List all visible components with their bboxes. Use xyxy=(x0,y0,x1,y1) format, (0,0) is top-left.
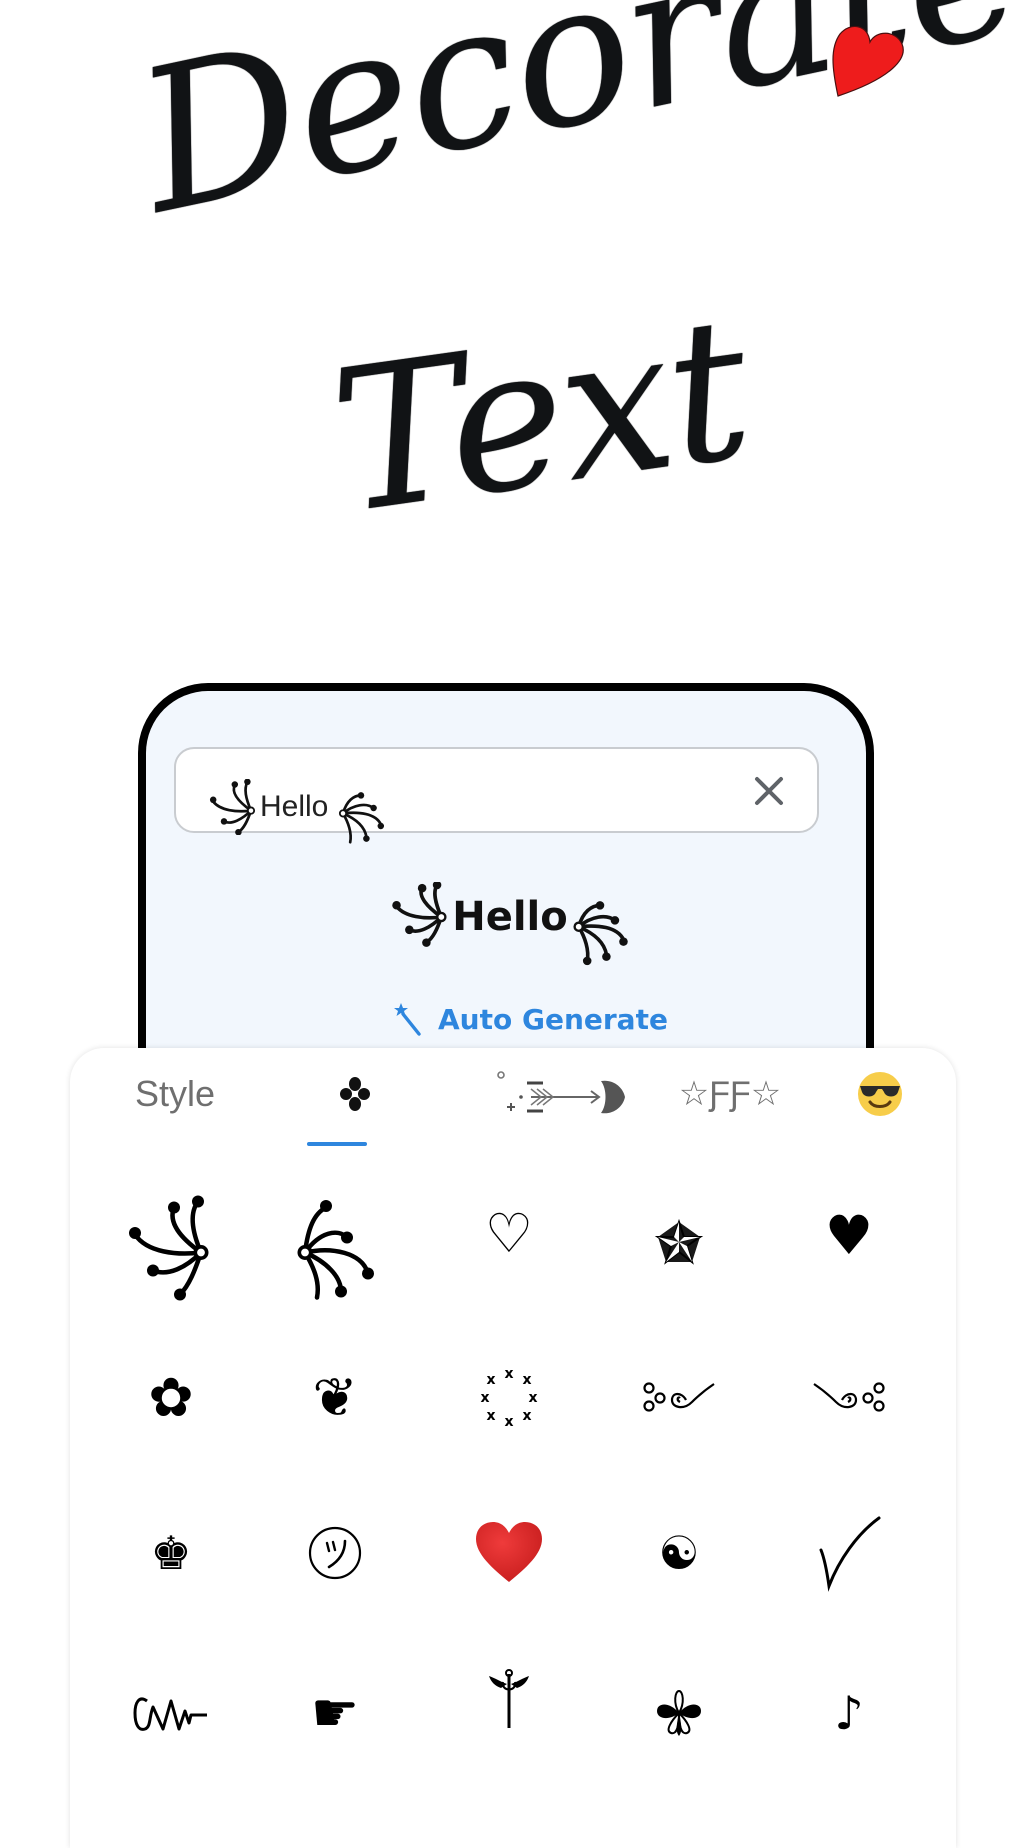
right-swirl-ornament-icon xyxy=(297,1200,374,1300)
chess-king-icon: ♚ xyxy=(150,1526,192,1580)
symbol-yin-yang[interactable]: ☯ xyxy=(604,1483,754,1623)
input-text: Hello xyxy=(260,790,329,823)
symbol-black-heart-suit[interactable]: ♥ xyxy=(774,1166,924,1306)
symbol-four-petal-flower[interactable] xyxy=(604,1643,754,1783)
svg-text:x: x xyxy=(480,1390,489,1406)
svg-text:x: x xyxy=(486,1372,495,1388)
symbol-squiggle-zigzag[interactable] xyxy=(96,1643,246,1783)
right-swirl-ornament-icon xyxy=(573,901,628,966)
smiley-face-icon xyxy=(308,1526,362,1580)
symbol-left-swirl-ornament[interactable] xyxy=(96,1178,246,1318)
squiggle-zigzag-icon xyxy=(133,1697,207,1731)
svg-text:x: x xyxy=(504,1414,513,1430)
four-petal-flower-icon xyxy=(657,1689,701,1736)
sunglasses-emoji-icon xyxy=(858,1072,902,1116)
symbol-picker-panel: Style ☆ƑƑ☆ ♡ ♥ ✿ ❦ x x x x x x x x ♚ ☯ ☛… xyxy=(70,1048,956,1848)
tab-symbols[interactable] xyxy=(300,1064,410,1124)
auto-generate-label: Auto Generate xyxy=(438,1002,668,1036)
white-heart-suit-icon: ♡ xyxy=(484,1202,534,1265)
tab-bar: Style ☆ƑƑ☆ xyxy=(70,1048,956,1158)
pointing-hand-icon: ☛ xyxy=(310,1681,360,1744)
red-heart-emoji-icon xyxy=(476,1522,542,1582)
text-input-field[interactable]: Hello xyxy=(174,747,819,844)
circles-swirl-icon xyxy=(643,1382,715,1412)
symbol-swirl-circles-right[interactable] xyxy=(774,1328,924,1468)
decorated-text-preview[interactable]: Hello xyxy=(380,872,640,966)
symbol-pointing-hand[interactable]: ☛ xyxy=(260,1643,410,1783)
nautical-star-icon xyxy=(654,1218,704,1265)
heart-sprout-icon: ❦ xyxy=(312,1366,358,1429)
left-swirl-ornament-icon xyxy=(129,1195,209,1301)
left-swirl-ornament-icon xyxy=(209,779,256,835)
input-value[interactable]: Hello xyxy=(206,769,388,845)
left-swirl-ornament-icon xyxy=(392,882,447,947)
symbol-check-mark[interactable] xyxy=(774,1483,924,1623)
preview-text: Hello xyxy=(452,894,568,940)
symbol-ring-of-x[interactable]: xxx xx xxx xyxy=(434,1328,584,1468)
svg-text:x: x xyxy=(522,1408,531,1424)
svg-text:x: x xyxy=(528,1390,537,1406)
close-icon[interactable] xyxy=(749,771,789,811)
symbol-music-note[interactable]: ♪ xyxy=(774,1643,924,1783)
arrow-heart-decor-icon xyxy=(497,1071,625,1114)
tab-fancy-font[interactable]: ☆ƑƑ☆ xyxy=(620,1064,840,1124)
symbol-caduceus[interactable] xyxy=(434,1628,584,1768)
black-heart-suit-icon: ♥ xyxy=(824,1204,874,1267)
red-heart-icon xyxy=(832,25,904,97)
active-tab-indicator xyxy=(307,1142,367,1146)
tab-emoji[interactable] xyxy=(830,1064,930,1124)
yin-yang-icon: ☯ xyxy=(658,1526,700,1580)
four-leaf-clover-icon xyxy=(340,1077,370,1111)
symbol-right-swirl-ornament[interactable] xyxy=(260,1178,410,1318)
symbol-circles-swirl-left[interactable] xyxy=(604,1328,754,1468)
caduceus-icon xyxy=(489,1669,529,1728)
magic-wand-icon xyxy=(394,1003,421,1036)
check-mark-icon xyxy=(819,1516,881,1592)
symbol-chess-king[interactable]: ♚ xyxy=(96,1483,246,1623)
symbol-red-heart[interactable] xyxy=(434,1483,584,1623)
symbol-smiley-face[interactable] xyxy=(260,1483,410,1623)
symbol-white-heart-suit[interactable]: ♡ xyxy=(434,1164,584,1304)
svg-text:x: x xyxy=(504,1366,513,1382)
hero-title-line-2: Text xyxy=(320,274,761,558)
symbol-nautical-star[interactable] xyxy=(604,1172,754,1312)
symbol-heart-with-sprout[interactable]: ❦ xyxy=(260,1328,410,1468)
svg-text:x: x xyxy=(486,1408,495,1424)
ring-of-x-icon: xx x xx x xx xyxy=(480,1366,537,1430)
flower-icon: ✿ xyxy=(148,1366,194,1429)
svg-text:x: x xyxy=(522,1372,531,1388)
swirl-circles-icon xyxy=(813,1382,885,1412)
symbol-flower[interactable]: ✿ xyxy=(96,1328,246,1468)
music-note-icon: ♪ xyxy=(834,1686,864,1740)
tab-style[interactable]: Style xyxy=(110,1064,240,1124)
right-swirl-ornament-icon xyxy=(339,792,385,844)
auto-generate-button[interactable]: Auto Generate xyxy=(392,997,668,1041)
